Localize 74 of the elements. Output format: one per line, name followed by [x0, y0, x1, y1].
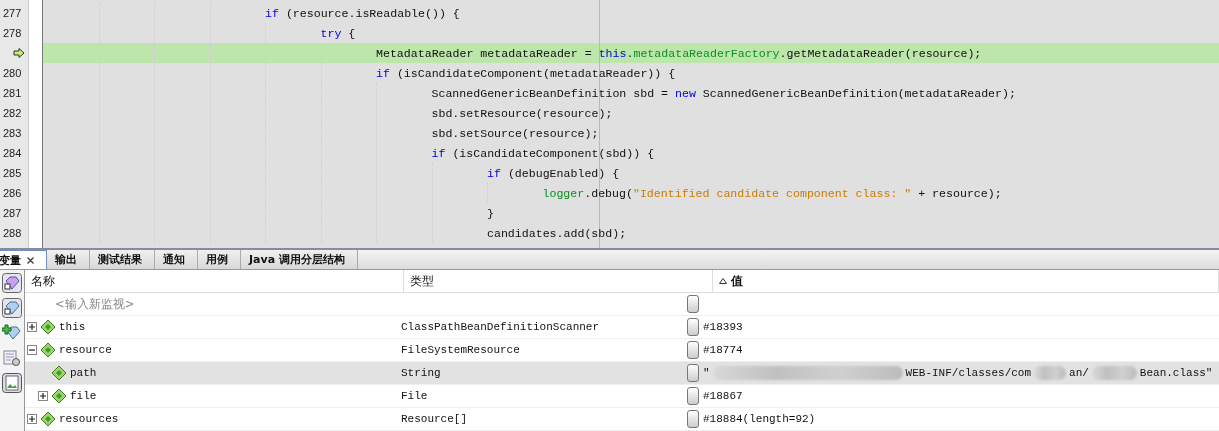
variable-diamond-icon [51, 388, 67, 404]
panel-tab[interactable]: 输出 [47, 250, 90, 269]
variable-value: #18884(length=92) [703, 413, 816, 425]
expand-toggle-icon[interactable] [27, 322, 37, 332]
variable-value: Bean.class" [1139, 367, 1213, 379]
collapse-toggle-icon[interactable] [27, 345, 37, 355]
variable-value: an/ [1069, 367, 1089, 379]
gem-icon[interactable] [2, 298, 22, 318]
line-number: 284 [3, 147, 22, 159]
variable-diamond-icon [40, 342, 56, 358]
code-line: if (debugEnabled) { [487, 166, 620, 180]
variable-value: " [703, 367, 710, 379]
expand-toggle-icon[interactable] [38, 391, 48, 401]
blurred-text [1034, 366, 1067, 380]
picture-icon[interactable] [2, 373, 22, 393]
code-line: if (isCandidateComponent(sbd)) { [431, 146, 655, 160]
variable-value: WEB-INF/classes/com [905, 367, 1032, 379]
line-number: 278 [3, 27, 22, 39]
panel-tab[interactable]: Java 调用分层结构 [241, 250, 358, 269]
variable-type: File [401, 390, 428, 402]
variable-diamond-icon [40, 411, 56, 427]
line-number: 288 [3, 227, 22, 239]
line-number: 283 [3, 127, 22, 139]
line-number: 281 [3, 87, 22, 99]
variable-name: this [59, 321, 86, 333]
blurred-text [1091, 366, 1137, 380]
settings-icon[interactable] [2, 348, 22, 368]
code-line: MetadataReader metadataReader = this.metadataReaderFactory.getMetadataReader(resource); [376, 46, 982, 60]
column-header[interactable]: 名称 [25, 270, 404, 292]
line-number: 282 [3, 107, 22, 119]
selected-row[interactable]: path String " WEB-INF/classes/com an/ Bean.class" [25, 362, 1219, 385]
variable-type: ClassPathBeanDefinitionScanner [401, 321, 600, 333]
variable-name: path [70, 367, 97, 379]
ellipsis-button[interactable] [687, 341, 699, 359]
column-header[interactable]: 类型 [404, 270, 713, 292]
code-line: if (resource.isReadable()) { [265, 6, 460, 20]
line-number: 287 [3, 207, 22, 219]
variable-type: Resource[] [401, 413, 467, 425]
code-line: } [487, 206, 494, 220]
variable-name: resources [59, 413, 119, 425]
code-line: logger.debug("Identified candidate component class: " + resource); [542, 186, 1002, 200]
variable-diamond-icon [40, 319, 56, 335]
ellipsis-button[interactable] [687, 410, 699, 428]
current-line-arrow-icon [13, 48, 25, 58]
code-line: candidates.add(sbd); [487, 226, 627, 240]
line-number: 277 [3, 7, 22, 19]
gem-icon[interactable] [2, 273, 22, 293]
ellipsis-button[interactable] [687, 387, 699, 405]
code-line: try { [320, 26, 356, 40]
panel-tab[interactable]: 用例 [198, 250, 241, 269]
line-number: 280 [3, 67, 22, 79]
code-line: if (isCandidateComponent(metadataReader)) { [376, 66, 676, 80]
expand-toggle-icon[interactable] [27, 414, 37, 424]
code-line: sbd.setSource(resource); [431, 126, 599, 140]
code-line: sbd.setResource(resource); [431, 106, 613, 120]
ellipsis-button[interactable] [687, 295, 699, 313]
ellipsis-button[interactable] [687, 364, 699, 382]
variable-type: String [401, 367, 441, 379]
column-header[interactable]: 值 [713, 270, 1219, 292]
variable-diamond-icon [51, 365, 67, 381]
line-number: 286 [3, 187, 22, 199]
ellipsis-button[interactable] [687, 318, 699, 336]
variable-value: #18393 [703, 321, 743, 333]
variable-name: resource [59, 344, 112, 356]
line-number: 285 [3, 167, 22, 179]
new-watch-field[interactable]: <输入新监视> [55, 296, 135, 312]
panel-tab[interactable]: 测试结果 [90, 250, 155, 269]
close-icon[interactable] [27, 256, 34, 264]
variable-type: FileSystemResource [401, 344, 520, 356]
variable-value: #18774 [703, 344, 743, 356]
variable-name: file [70, 390, 97, 402]
panel-tab[interactable]: 通知 [155, 250, 198, 269]
variable-value: #18867 [703, 390, 743, 402]
code-line: ScannedGenericBeanDefinition sbd = new ScannedGenericBeanDefinition(metadataReader); [431, 86, 1016, 100]
